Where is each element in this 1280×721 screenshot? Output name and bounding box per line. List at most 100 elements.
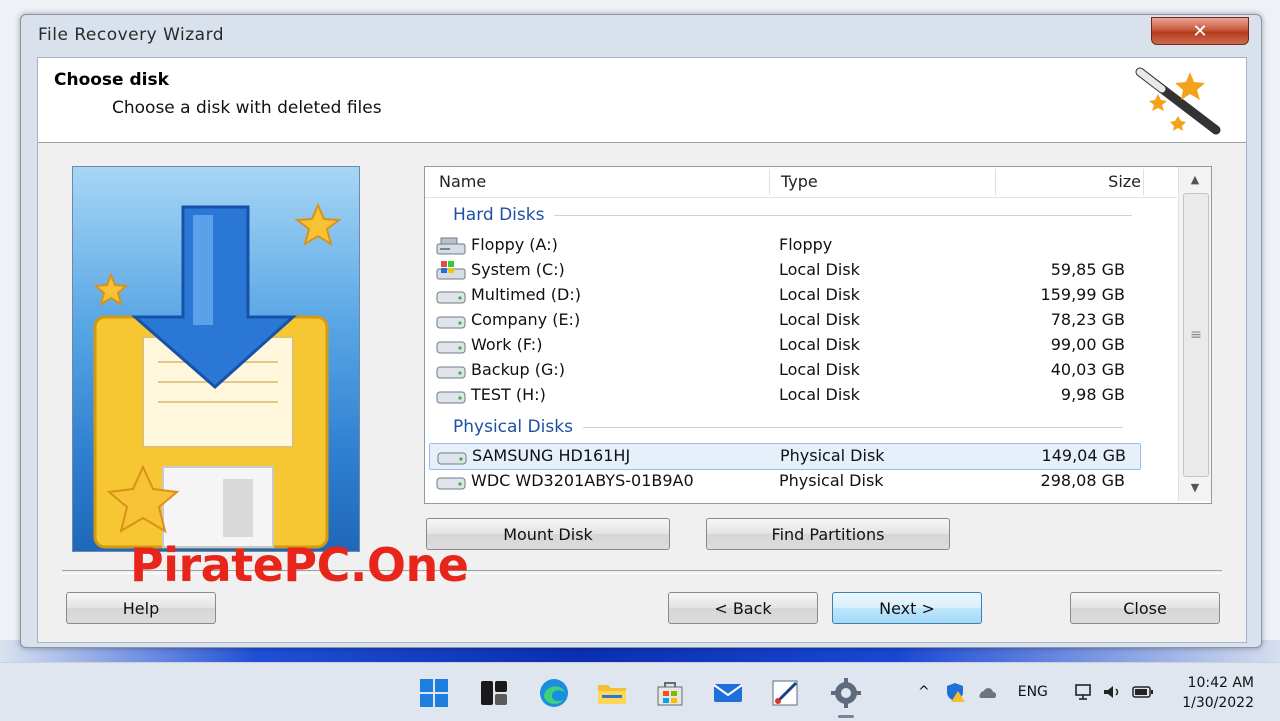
system-drive-icon (436, 261, 466, 280)
group-label: Physical Disks (453, 417, 573, 437)
list-item[interactable]: SAMSUNG HD161HJ Physical Disk 149,04 GB (429, 443, 1141, 470)
clock-date: 1/30/2022 (1182, 695, 1254, 711)
title-bar[interactable]: File Recovery Wizard ✕ (21, 15, 1261, 57)
window-title: File Recovery Wizard (38, 25, 225, 45)
vertical-scrollbar[interactable]: ▲ ≡ ▼ (1178, 167, 1211, 501)
list-item[interactable]: Backup (G:) Local Disk 40,03 GB (429, 358, 1139, 383)
mail-icon[interactable] (712, 677, 744, 709)
disk-size: 9,98 GB (1060, 385, 1125, 404)
disk-type: Floppy (779, 235, 833, 254)
watermark-text: PiratePC.One (130, 538, 469, 592)
group-physical-disks: Physical Disks (453, 417, 1123, 437)
disk-size: 59,85 GB (1050, 260, 1125, 279)
list-item[interactable]: Floppy (A:) Floppy (429, 233, 1139, 258)
paint-app-icon[interactable] (770, 677, 802, 709)
disk-type: Physical Disk (779, 471, 884, 490)
list-item[interactable]: TEST (H:) Local Disk 9,98 GB (429, 383, 1139, 408)
list-item[interactable]: Multimed (D:) Local Disk 159,99 GB (429, 283, 1139, 308)
disk-size: 78,23 GB (1050, 310, 1125, 329)
edge-browser-icon[interactable] (538, 677, 570, 709)
microsoft-store-icon[interactable] (654, 677, 686, 709)
volume-icon[interactable] (1102, 683, 1122, 701)
hard-drive-icon (436, 477, 466, 490)
grip-icon: ≡ (1190, 327, 1202, 343)
column-header-type[interactable]: Type (781, 167, 818, 197)
page-subtitle: Choose a disk with deleted files (112, 98, 382, 118)
hard-drive-icon (437, 452, 467, 465)
disk-size: 99,00 GB (1050, 335, 1125, 354)
list-item[interactable]: System (C:) Local Disk 59,85 GB (429, 258, 1139, 283)
next-button[interactable]: Next > (832, 592, 982, 624)
scroll-thumb[interactable]: ≡ (1183, 193, 1209, 477)
disk-list-header: Name Type Size (425, 167, 1177, 198)
disk-type: Local Disk (779, 285, 860, 304)
disk-type: Local Disk (779, 335, 860, 354)
disk-type: Physical Disk (780, 446, 885, 465)
close-button[interactable]: Close (1070, 592, 1220, 624)
onedrive-cloud-icon[interactable] (976, 684, 998, 700)
taskbar: ^ ENG 10:42 AM 1/30/2022 (0, 662, 1280, 721)
taskbar-clock[interactable]: 10:42 AM 1/30/2022 (1182, 673, 1254, 713)
clock-time: 10:42 AM (1187, 675, 1254, 691)
close-icon: ✕ (1192, 20, 1208, 42)
hard-drive-icon (436, 291, 466, 304)
network-icon[interactable] (1074, 683, 1094, 701)
column-header-size[interactable]: Size (1108, 167, 1141, 197)
list-item[interactable]: Company (E:) Local Disk 78,23 GB (429, 308, 1139, 333)
security-shield-warning-icon[interactable] (944, 681, 966, 703)
wizard-illustration (72, 166, 360, 552)
disk-type: Local Disk (779, 360, 860, 379)
disk-name: SAMSUNG HD161HJ (472, 446, 631, 465)
column-divider[interactable] (1143, 169, 1144, 195)
hard-drive-icon (436, 316, 466, 329)
group-divider (554, 214, 1133, 216)
disk-type: Local Disk (779, 260, 860, 279)
disk-name: Floppy (A:) (471, 235, 558, 254)
disk-name: System (C:) (471, 260, 565, 279)
magic-wand-icon (1135, 67, 1221, 135)
list-item[interactable]: WDC WD3201ABYS-01B9A0 Physical Disk 298,… (429, 469, 1139, 494)
system-tray: ^ ENG (918, 663, 1154, 721)
disk-size: 149,04 GB (1041, 446, 1126, 465)
hard-drive-icon (436, 341, 466, 354)
disk-name: Multimed (D:) (471, 285, 581, 304)
column-divider[interactable] (769, 169, 770, 195)
group-divider (582, 426, 1123, 428)
column-divider[interactable] (995, 169, 996, 195)
disk-name: WDC WD3201ABYS-01B9A0 (471, 471, 694, 490)
disk-name: Work (F:) (471, 335, 543, 354)
active-app-indicator (838, 715, 854, 718)
hard-drive-icon (436, 391, 466, 404)
group-label: Hard Disks (453, 205, 545, 225)
disk-name: TEST (H:) (471, 385, 546, 404)
floppy-download-illustration (93, 202, 342, 549)
column-header-name[interactable]: Name (439, 167, 486, 197)
language-indicator[interactable]: ENG (1018, 684, 1048, 700)
file-explorer-icon[interactable] (596, 677, 628, 709)
disk-type: Local Disk (779, 385, 860, 404)
scroll-down-arrow-icon[interactable]: ▼ (1179, 477, 1211, 499)
hard-drive-icon (436, 366, 466, 379)
battery-icon[interactable] (1132, 685, 1154, 699)
disk-list[interactable]: Name Type Size Hard Disks Floppy (A:) Fl… (424, 166, 1212, 504)
list-item[interactable]: Work (F:) Local Disk 99,00 GB (429, 333, 1139, 358)
back-button[interactable]: < Back (668, 592, 818, 624)
page-title: Choose disk (54, 70, 169, 90)
floppy-drive-icon (436, 237, 466, 255)
disk-size: 159,99 GB (1040, 285, 1125, 304)
group-hard-disks: Hard Disks (453, 205, 1133, 225)
show-hidden-icons-chevron-icon[interactable]: ^ (918, 684, 930, 700)
disk-type: Local Disk (779, 310, 860, 329)
scroll-up-arrow-icon[interactable]: ▲ (1179, 169, 1211, 191)
disk-size: 298,08 GB (1040, 471, 1125, 490)
disk-name: Company (E:) (471, 310, 581, 329)
window-close-button[interactable]: ✕ (1151, 17, 1249, 45)
settings-gear-icon[interactable] (830, 677, 862, 709)
help-button[interactable]: Help (66, 592, 216, 624)
find-partitions-button[interactable]: Find Partitions (706, 518, 950, 550)
disk-size: 40,03 GB (1050, 360, 1125, 379)
disk-name: Backup (G:) (471, 360, 566, 379)
task-view-icon[interactable] (478, 677, 510, 709)
wizard-header: Choose disk Choose a disk with deleted f… (38, 58, 1246, 143)
windows-start-icon[interactable] (418, 677, 450, 709)
